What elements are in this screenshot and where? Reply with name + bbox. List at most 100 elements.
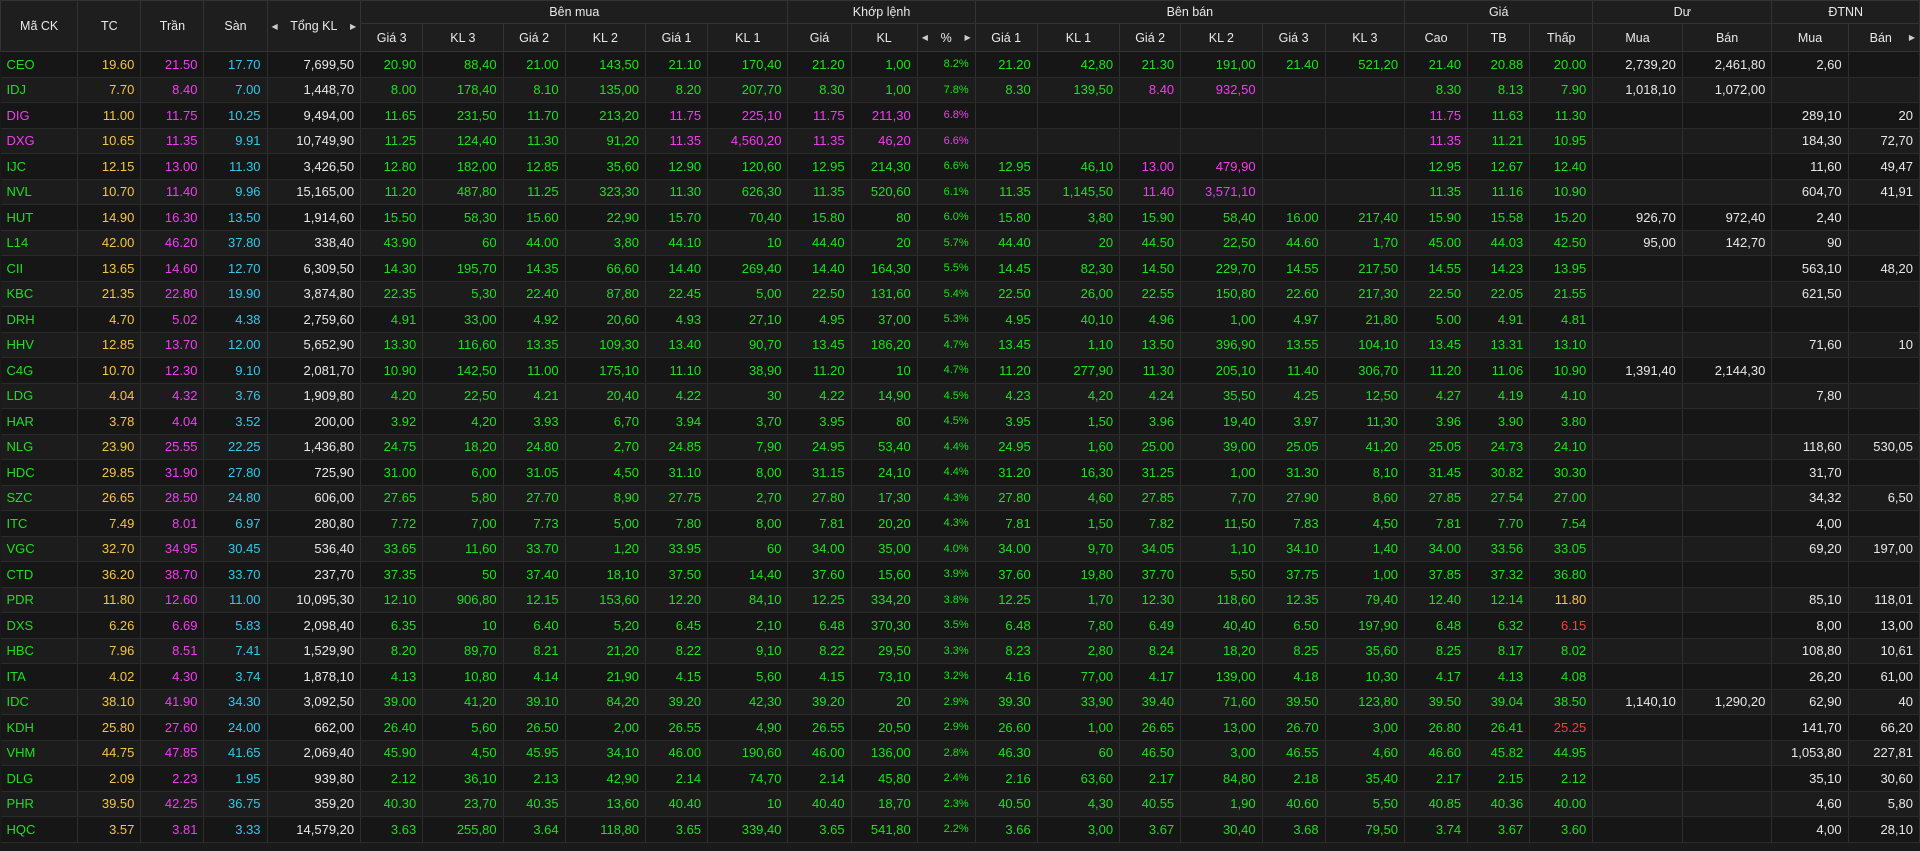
table-row[interactable]: DXS 6.26 6.69 5.83 2,098,40 6.35 10 6.40 5,20 6.4… bbox=[0, 612, 1920, 639]
table-row[interactable]: IJC 12.15 13.00 11.30 3,426,50 12.80 182,00 12.… bbox=[0, 153, 1920, 180]
header-sell-vol-2[interactable]: KL 2 bbox=[1180, 23, 1263, 52]
cell-match-percent: 2.8% bbox=[917, 740, 976, 766]
table-row[interactable]: CEO 19.60 21.50 17.70 7,699,50 20.90 88,40 21.0… bbox=[0, 51, 1920, 78]
header-match-volume[interactable]: KL bbox=[850, 23, 918, 52]
header-buy-vol-1[interactable]: KL 1 bbox=[707, 23, 789, 52]
cell-symbol[interactable]: ITC bbox=[0, 510, 79, 537]
cell-symbol[interactable]: HAR bbox=[0, 408, 79, 435]
table-row[interactable]: PDR 11.80 12.60 11.00 10,095,30 12.10 906,80 12… bbox=[0, 587, 1920, 613]
table-row[interactable]: IDJ 7.70 8.40 7.00 1,448,70 8.00 178,40 8.10 135… bbox=[0, 77, 1920, 103]
arrow-right-icon[interactable]: ▶ bbox=[350, 22, 356, 31]
header-ceiling[interactable]: Trần bbox=[140, 0, 205, 52]
table-row[interactable]: SZC 26.65 28.50 24.80 606,00 27.65 5,80 27.70 8,… bbox=[0, 485, 1920, 511]
cell-symbol[interactable]: IDJ bbox=[0, 77, 79, 103]
cell-buy-price-2: 33.70 bbox=[503, 536, 566, 562]
table-row[interactable]: VGC 32.70 34.95 30.45 536,40 33.65 11,60 33.70 1… bbox=[0, 536, 1920, 562]
cell-symbol[interactable]: HBC bbox=[0, 638, 79, 664]
table-row[interactable]: HQC 3.57 3.81 3.33 14,579,20 3.63 255,80 3.64 11… bbox=[0, 816, 1920, 843]
table-row[interactable]: CTD 36.20 38.70 33.70 237,70 37.35 50 37.40 18,1… bbox=[0, 561, 1920, 588]
table-row[interactable]: HUT 14.90 16.30 13.50 1,914,60 15.50 58,30 15.6… bbox=[0, 204, 1920, 231]
cell-symbol[interactable]: DXG bbox=[0, 128, 79, 154]
table-row[interactable]: C4G 10.70 12.30 9.10 2,081,70 10.90 142,50 11.0… bbox=[0, 357, 1920, 384]
header-buy-price-2[interactable]: Giá 2 bbox=[502, 23, 566, 52]
cell-symbol[interactable]: L14 bbox=[0, 230, 79, 256]
header-buy-price-3[interactable]: Giá 3 bbox=[360, 23, 424, 52]
header-foreign-sell[interactable]: Bán ▶ bbox=[1847, 23, 1920, 52]
table-row[interactable]: DIG 11.00 11.75 10.25 9,494,00 11.65 231,50 11.… bbox=[0, 102, 1920, 129]
cell-total-volume: 359,20 bbox=[267, 791, 362, 817]
table-row[interactable]: VHM 44.75 47.85 41.65 2,069,40 45.90 4,50 45.95… bbox=[0, 740, 1920, 766]
header-average[interactable]: TB bbox=[1467, 23, 1531, 52]
cell-symbol[interactable]: IDC bbox=[0, 689, 79, 715]
header-low[interactable]: Thấp bbox=[1529, 23, 1594, 52]
header-sell-price-3[interactable]: Giá 3 bbox=[1261, 23, 1326, 52]
table-row[interactable]: LDG 4.04 4.32 3.76 1,909,80 4.20 22,50 4.21 20,4… bbox=[0, 383, 1920, 409]
arrow-right-icon[interactable]: ▶ bbox=[965, 33, 971, 42]
table-row[interactable]: PHR 39.50 42.25 36.75 359,20 40.30 23,70 40.35 1… bbox=[0, 791, 1920, 817]
cell-symbol[interactable]: CEO bbox=[0, 51, 79, 78]
cell-symbol[interactable]: DLG bbox=[0, 765, 79, 792]
cell-symbol[interactable]: LDG bbox=[0, 383, 79, 409]
cell-symbol[interactable]: VGC bbox=[0, 536, 79, 562]
header-symbol[interactable]: Mã CK bbox=[0, 0, 79, 52]
header-sell-vol-1[interactable]: KL 1 bbox=[1036, 23, 1121, 52]
table-row[interactable]: HAR 3.78 4.04 3.52 200,00 3.92 4,20 3.93 6,70 3.9… bbox=[0, 408, 1920, 435]
cell-symbol[interactable]: HDC bbox=[0, 459, 79, 486]
header-buy-vol-2[interactable]: KL 2 bbox=[564, 23, 647, 52]
cell-remaining-sell bbox=[1682, 332, 1773, 358]
cell-symbol[interactable]: PHR bbox=[0, 791, 79, 817]
arrow-right-icon[interactable]: ▶ bbox=[1909, 33, 1915, 42]
table-row[interactable]: DLG 2.09 2.23 1.95 939,80 2.12 36,10 2.13 42,90 2… bbox=[0, 765, 1920, 792]
table-row[interactable]: KBC 21.35 22.80 19.90 3,874,80 22.35 5,30 22.40… bbox=[0, 281, 1920, 307]
cell-symbol[interactable]: HUT bbox=[0, 204, 79, 231]
cell-symbol[interactable]: HQC bbox=[0, 816, 79, 843]
table-row[interactable]: CII 13.65 14.60 12.70 6,309,50 14.30 195,70 14.… bbox=[0, 255, 1920, 282]
arrow-left-icon[interactable]: ◀ bbox=[922, 33, 928, 42]
table-row[interactable]: ITC 7.49 8.01 6.97 280,80 7.72 7,00 7.73 5,00 7.8… bbox=[0, 510, 1920, 537]
cell-symbol[interactable]: CTD bbox=[0, 561, 79, 588]
header-remaining-sell[interactable]: Bán bbox=[1681, 23, 1773, 52]
cell-symbol[interactable]: ITA bbox=[0, 663, 79, 690]
table-row[interactable]: KDH 25.80 27.60 24.00 662,00 26.40 5,60 26.50 2,… bbox=[0, 714, 1920, 741]
cell-symbol[interactable]: KDH bbox=[0, 714, 79, 741]
header-floor[interactable]: Sàn bbox=[203, 0, 268, 52]
header-sell-vol-3[interactable]: KL 3 bbox=[1324, 23, 1406, 52]
arrow-left-icon[interactable]: ◀ bbox=[272, 22, 278, 31]
table-row[interactable]: HBC 7.96 8.51 7.41 1,529,90 8.20 89,70 8.21 21,2… bbox=[0, 638, 1920, 664]
table-row[interactable]: DRH 4.70 5.02 4.38 2,759,60 4.91 33,00 4.92 20,6… bbox=[0, 306, 1920, 333]
table-row[interactable]: ITA 4.02 4.30 3.74 1,878,10 4.13 10,80 4.14 21,9… bbox=[0, 663, 1920, 690]
cell-symbol[interactable]: DRH bbox=[0, 306, 79, 333]
cell-symbol[interactable]: KBC bbox=[0, 281, 79, 307]
header-match-price[interactable]: Giá bbox=[787, 23, 852, 52]
table-row[interactable]: HHV 12.85 13.70 12.00 5,652,90 13.30 116,60 13.… bbox=[0, 332, 1920, 358]
table-row[interactable]: HDC 29.85 31.90 27.80 725,90 31.00 6,00 31.05 4,… bbox=[0, 459, 1920, 486]
header-foreign-buy[interactable]: Mua bbox=[1771, 23, 1849, 52]
cell-symbol[interactable]: DIG bbox=[0, 102, 79, 129]
header-sell-price-2[interactable]: Giá 2 bbox=[1119, 23, 1182, 52]
header-sell-price-1[interactable]: Giá 1 bbox=[974, 23, 1038, 52]
cell-symbol[interactable]: SZC bbox=[0, 485, 79, 511]
table-row[interactable]: IDC 38.10 41.90 34.30 3,092,50 39.00 41,20 39.1… bbox=[0, 689, 1920, 715]
cell-symbol[interactable]: NLG bbox=[0, 434, 79, 460]
cell-symbol[interactable]: NVL bbox=[0, 179, 79, 205]
cell-symbol[interactable]: DXS bbox=[0, 612, 79, 639]
cell-symbol[interactable]: IJC bbox=[0, 153, 79, 180]
table-row[interactable]: L14 42.00 46.20 37.80 338,40 43.90 60 44.00 3,80… bbox=[0, 230, 1920, 256]
table-row[interactable]: NLG 23.90 25.55 22.25 1,436,80 24.75 18,20 24.8… bbox=[0, 434, 1920, 460]
header-buy-vol-3[interactable]: KL 3 bbox=[422, 23, 504, 52]
table-row[interactable]: NVL 10.70 11.40 9.96 15,165,00 11.20 487,80 11.… bbox=[0, 179, 1920, 205]
header-remaining-buy[interactable]: Mua bbox=[1592, 23, 1683, 52]
cell-symbol[interactable]: C4G bbox=[0, 357, 79, 384]
header-high[interactable]: Cao bbox=[1404, 23, 1469, 52]
header-reference[interactable]: TC bbox=[77, 0, 142, 52]
cell-symbol[interactable]: PDR bbox=[0, 587, 79, 613]
header-total-volume[interactable]: ◀ Tổng KL ▶ bbox=[266, 0, 362, 52]
table-row[interactable]: DXG 10.65 11.35 9.91 10,749,90 11.25 124,40 11.… bbox=[0, 128, 1920, 154]
cell-symbol[interactable]: HHV bbox=[0, 332, 79, 358]
cell-low: 33.05 bbox=[1529, 536, 1594, 562]
header-buy-price-1[interactable]: Giá 1 bbox=[645, 23, 709, 52]
cell-match-percent: 4.0% bbox=[917, 536, 976, 562]
cell-symbol[interactable]: VHM bbox=[0, 740, 79, 766]
cell-symbol[interactable]: CII bbox=[0, 255, 79, 282]
header-match-percent[interactable]: ◀% ▶ bbox=[916, 23, 976, 52]
